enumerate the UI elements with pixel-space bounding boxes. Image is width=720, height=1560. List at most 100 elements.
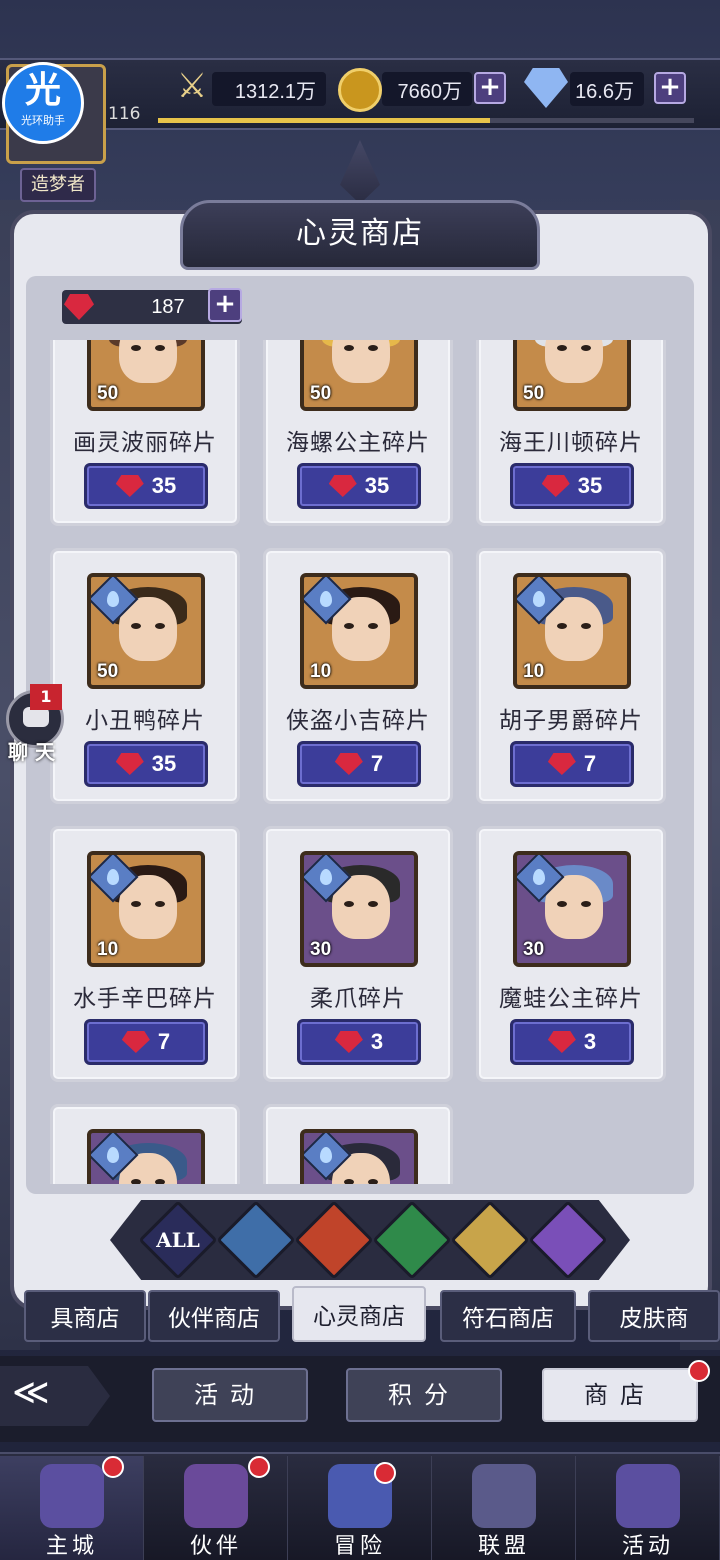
item-quantity: 50 [97,383,119,404]
shop-item-card[interactable]: 10 胡子男爵碎片 7 [476,548,666,804]
item-portrait: 50 [300,340,418,411]
item-quantity: 10 [310,661,332,682]
shop-tab[interactable]: 伙伴商店 [148,1290,280,1342]
portrait-eye [131,901,141,907]
portrait-eye [131,623,141,629]
helper-logo-char: 光 [24,70,61,111]
heart-gem-icon [547,753,576,775]
nav-label: 联盟 [477,1534,530,1559]
shop-item-card[interactable]: 30 柔爪碎片 3 [263,826,453,1082]
shop-item-card[interactable]: 50 海王川顿碎片 35 [476,340,666,526]
portrait-eye [155,1179,165,1184]
portrait-eye [557,623,567,629]
item-quantity: 50 [523,383,545,404]
buy-button[interactable]: 7 [510,741,634,787]
chat-label: 聊 天 [8,740,55,764]
item-name: 水手辛巴碎片 [73,986,217,1012]
portrait-eye [131,1179,141,1184]
shop-item-card[interactable]: 10 侠盗小吉碎片 7 [263,548,453,804]
item-portrait [87,1129,205,1184]
player-title[interactable]: 造梦者 [20,168,96,202]
filter-all-label: ALL [156,1228,200,1252]
portrait-eye [344,345,354,351]
element-icon [231,1215,281,1265]
nav-item[interactable]: 活动 [576,1456,720,1560]
activity-button[interactable]: 活动 [152,1368,308,1422]
nav-label: 伙伴 [189,1534,242,1559]
shop-tab[interactable]: 心灵商店 [292,1286,426,1342]
item-name: 柔爪碎片 [310,986,406,1012]
shop-tab[interactable]: 具商店 [24,1290,146,1342]
shop-item-card[interactable]: 10 水手辛巴碎片 7 [50,826,240,1082]
heart-gem-icon [115,753,144,775]
item-price: 7 [583,751,597,776]
element-icon [543,1215,593,1265]
item-quantity: 50 [310,383,332,404]
heart-gem-icon [547,1031,576,1053]
shop-item-card[interactable] [263,1104,453,1184]
gold-value: 7660万 [382,72,472,106]
diamond-value: 16.6万 [570,72,644,106]
shop-tab[interactable]: 皮肤商 [588,1290,720,1342]
add-diamond-button[interactable]: + [654,72,686,104]
item-portrait [300,1129,418,1184]
portrait-eye [368,901,378,907]
item-name: 小丑鸭碎片 [85,708,205,734]
shop-item-card[interactable] [50,1104,240,1184]
item-name: 画灵波丽碎片 [73,430,217,456]
notification-dot [374,1462,396,1484]
portrait-eye [581,345,591,351]
nav-item[interactable]: 联盟 [432,1456,576,1560]
item-price: 3 [370,1029,384,1054]
add-gold-button[interactable]: + [474,72,506,104]
buy-button[interactable]: 7 [297,741,421,787]
shop-notification-dot [688,1360,710,1382]
helper-logo[interactable]: 光 光环助手 [2,62,84,144]
nav-icon [472,1464,536,1528]
nav-item[interactable]: 冒险 [288,1456,432,1560]
helper-logo-text: 光环助手 [21,114,65,127]
shop-tab[interactable]: 符石商店 [440,1290,576,1342]
shop-item-card[interactable]: 30 魔蛙公主碎片 3 [476,826,666,1082]
heart-gem-icon [334,753,363,775]
item-portrait: 30 [513,851,631,967]
item-portrait: 10 [513,573,631,689]
nav-label: 冒险 [333,1534,386,1559]
portrait-eye [557,345,567,351]
element-icon [309,1215,359,1265]
buy-button[interactable]: 3 [297,1019,421,1065]
nav-item[interactable]: 伙伴 [144,1456,288,1560]
nav-icon [616,1464,680,1528]
buy-button[interactable]: 35 [84,741,208,787]
portrait-eye [344,901,354,907]
item-price: 3 [583,1029,597,1054]
buy-button[interactable]: 35 [84,463,208,509]
nav-item[interactable]: 主城 [0,1456,144,1560]
portrait-face [545,340,603,383]
item-quantity: 10 [97,939,119,960]
points-button[interactable]: 积分 [346,1368,502,1422]
shop-item-card[interactable]: 50 小丑鸭碎片 35 [50,548,240,804]
buy-button[interactable]: 35 [510,463,634,509]
element-icon [387,1215,437,1265]
back-button[interactable]: ≪ [0,1366,110,1426]
add-shop-currency-button[interactable]: + [208,288,242,322]
power-icon: ⚔ [176,66,208,106]
item-name: 海螺公主碎片 [286,430,430,456]
buy-button[interactable]: 7 [84,1019,208,1065]
heart-gem-icon [64,294,94,320]
chat-icon [23,707,49,727]
heart-gem-icon [328,475,357,497]
shop-item-card[interactable]: 50 画灵波丽碎片 35 [50,340,240,526]
buy-button[interactable]: 3 [510,1019,634,1065]
shop-item-card[interactable]: 50 海螺公主碎片 35 [263,340,453,526]
portrait-eye [368,345,378,351]
item-name: 海王川顿碎片 [499,430,643,456]
portrait-eye [155,623,165,629]
item-portrait: 50 [87,573,205,689]
shop-button[interactable]: 商店 [542,1368,698,1422]
buy-button[interactable]: 35 [297,463,421,509]
item-grid[interactable]: 50 画灵波丽碎片 35 50 海螺公主碎片 35 50 海王川顿碎片 35 50 小丑鸭碎片 35 1… [44,340,676,1184]
back-arrow-icon: ≪ [12,1372,50,1413]
heart-gem-icon [121,1031,150,1053]
